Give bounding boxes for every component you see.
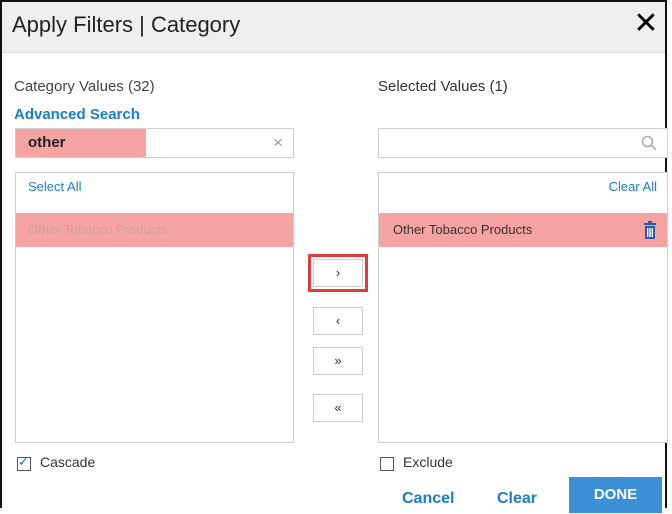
move-all-left-button[interactable]: « [313,394,363,422]
done-button[interactable]: DONE [569,477,662,513]
category-search-input[interactable]: other × [15,128,294,158]
close-icon[interactable]: ✕ [631,8,661,40]
move-right-button[interactable]: › [308,254,368,292]
exclude-label: Exclude [403,454,453,470]
move-all-right-button[interactable]: » [313,347,363,375]
search-icon[interactable] [641,135,657,151]
list-item-label: Other Tobacco Products [393,222,533,237]
trash-icon[interactable] [643,221,657,239]
search-value: other [28,134,66,151]
select-all-link[interactable]: Select All [28,179,81,194]
cascade-checkbox[interactable]: ✓ [17,454,31,471]
apply-filters-dialog: Apply Filters | Category ✕ Category Valu… [0,0,668,513]
cancel-button[interactable]: Cancel [402,490,454,508]
check-icon: ✓ [18,454,29,469]
clear-all-link[interactable]: Clear All [609,179,657,194]
list-item-label: Other Tobacco Products [28,222,168,237]
category-values-list: Select All Other Tobacco Products [15,172,294,443]
move-left-button[interactable]: ‹ [313,307,363,335]
selected-values-heading: Selected Values (1) [378,78,508,95]
list-item[interactable]: Other Tobacco Products [379,213,667,247]
dialog-title: Apply Filters | Category [12,12,241,37]
selected-search-input[interactable] [378,128,668,158]
advanced-search-link[interactable]: Advanced Search [14,106,140,123]
selected-values-list: Clear All Other Tobacco Products [378,172,668,443]
category-values-heading: Category Values (32) [14,78,155,95]
dialog-header: Apply Filters | Category ✕ [2,2,665,53]
exclude-checkbox[interactable] [380,457,394,471]
clear-button[interactable]: Clear [497,490,537,508]
cascade-label: Cascade [40,454,96,470]
list-item[interactable]: Other Tobacco Products [16,213,293,247]
clear-search-icon[interactable]: × [273,129,283,157]
